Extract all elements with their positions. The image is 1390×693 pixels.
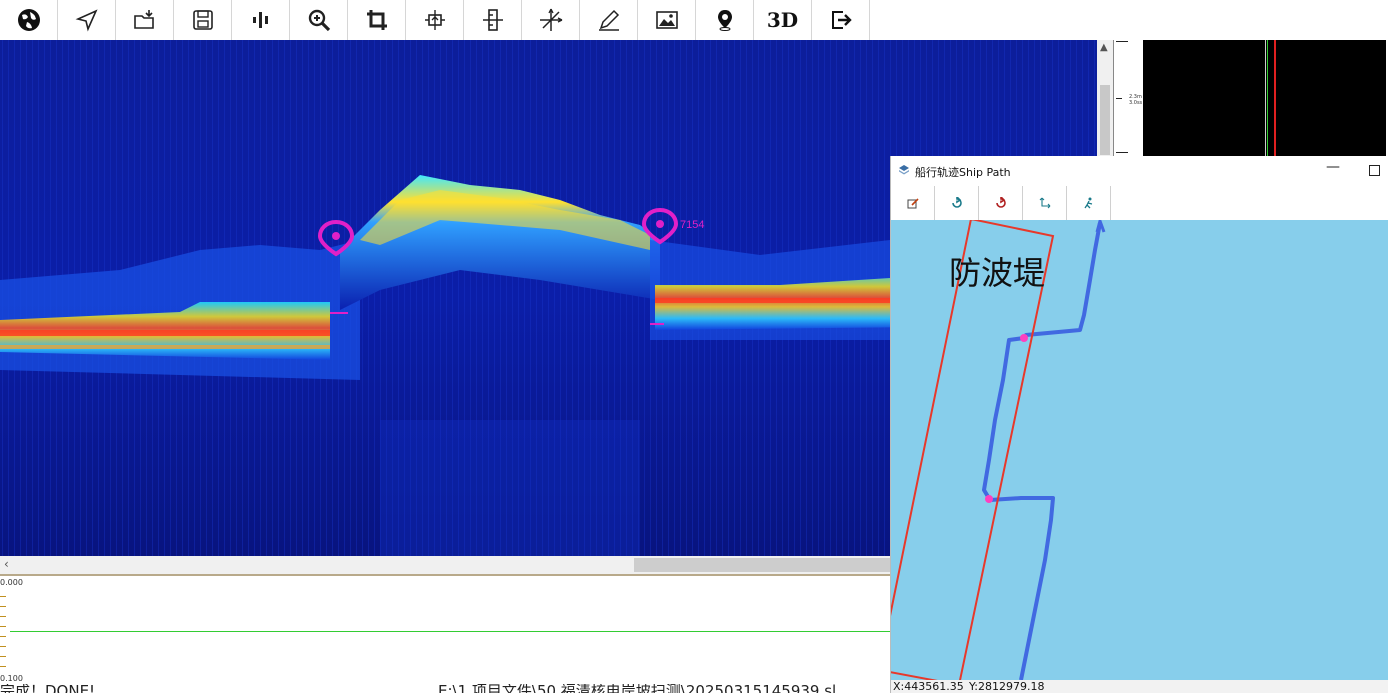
ruler-marker-button[interactable] (464, 0, 522, 40)
ship-path-title: 船行轨迹Ship Path (915, 166, 1011, 179)
coord-y: Y:2812979.18 (969, 680, 1045, 693)
location-pin-button[interactable] (696, 0, 754, 40)
depth-line (10, 631, 890, 632)
track-point-1[interactable] (1020, 334, 1028, 342)
ship-path-map[interactable]: 防波堤 (891, 220, 1388, 680)
track-point-2[interactable] (985, 495, 993, 503)
depth-panel: 0.000 0.100 (0, 574, 890, 686)
sonar-horizontal-scrollbar[interactable]: ‹ (0, 556, 890, 574)
sonar-vertical-scrollbar[interactable]: ▲ (1097, 40, 1113, 156)
status-text: 完成！DONE! (0, 684, 96, 693)
globe-icon (17, 9, 40, 31)
layers-icon (899, 165, 909, 175)
navigate-arrow-icon (75, 9, 98, 32)
depth-ruler-label: 2.3m 3.0ss (1129, 94, 1143, 106)
open-file-button[interactable] (116, 0, 174, 40)
save-disk-icon (192, 10, 213, 30)
depth-top-label: 0.000 (0, 578, 23, 587)
ship-path-titlebar[interactable]: 船行轨迹Ship Path — (891, 156, 1390, 186)
status-bar: 完成！DONE! E:\1.项目文件\50.福清核电岸坡扫测\202503151… (0, 684, 890, 693)
path-axis-button[interactable] (1023, 186, 1067, 220)
ship-path-window: 船行轨迹Ship Path — 防波堤 X:443561.35 Y:281297… (890, 156, 1390, 693)
refresh-red-button[interactable] (979, 186, 1023, 220)
location-pin-icon (717, 10, 732, 31)
exit-icon (831, 11, 852, 29)
maximize-button[interactable] (1369, 165, 1380, 176)
crosshair-axis-button[interactable] (522, 0, 580, 40)
zoom-in-icon (308, 9, 330, 32)
pen-edit-icon (598, 9, 619, 31)
pen-edit-button[interactable] (580, 0, 638, 40)
toolbar-empty-area (880, 0, 1390, 40)
waterfall-preview (1143, 40, 1386, 156)
save-button[interactable] (174, 0, 232, 40)
navigate-button[interactable] (58, 0, 116, 40)
zoom-in-button[interactable] (290, 0, 348, 40)
refresh-track-button[interactable] (935, 186, 979, 220)
ship-path-toolbar (891, 186, 1390, 220)
open-folder-icon (133, 10, 154, 29)
ruler-marker-icon (482, 9, 503, 31)
breakwater-label: 防波堤 (949, 254, 1046, 292)
3d-view-icon: 3D (766, 8, 799, 32)
crosshair-axis-icon (539, 8, 562, 31)
image-icon (655, 11, 678, 29)
3d-view-button[interactable]: 3D (754, 0, 812, 40)
sonar-marker-2-label: 7154 (680, 219, 704, 231)
refresh-icon (951, 197, 962, 208)
crop-icon (366, 10, 387, 30)
depth-ruler: 2.3m 3.0ss (1113, 40, 1144, 156)
ship-run-icon (1083, 197, 1092, 209)
scroll-up-arrow-icon[interactable]: ▲ (1100, 42, 1108, 53)
refresh-red-icon (995, 197, 1006, 208)
image-button[interactable] (638, 0, 696, 40)
globe-button[interactable] (0, 0, 58, 40)
minimize-button[interactable]: — (1326, 159, 1340, 175)
coordinate-readout: X:443561.35 Y:2812979.18 (891, 680, 1388, 693)
waveform-button[interactable] (232, 0, 290, 40)
exit-button[interactable] (812, 0, 870, 40)
ship-run-button[interactable] (1067, 186, 1111, 220)
waterfall-lines (1265, 40, 1276, 156)
main-toolbar: 3D (0, 0, 880, 41)
vertical-adjust-button[interactable] (406, 0, 464, 40)
coord-x: X:443561.35 (893, 680, 964, 693)
crop-button[interactable] (348, 0, 406, 40)
scroll-left-arrow-icon[interactable]: ‹ (4, 557, 9, 571)
depth-bottom-label: 0.100 (0, 674, 23, 683)
edit-track-button[interactable] (891, 186, 935, 220)
scrollbar-thumb[interactable] (1100, 85, 1110, 155)
edit-icon (907, 198, 919, 209)
waveform-icon (252, 12, 268, 28)
status-file-path: E:\1.项目文件\50.福清核电岸坡扫测\20250315145939.sl (438, 684, 837, 693)
horizontal-scrollbar-thumb[interactable] (634, 558, 890, 572)
path-axis-icon (1039, 197, 1050, 209)
vertical-adjust-icon (424, 10, 445, 30)
